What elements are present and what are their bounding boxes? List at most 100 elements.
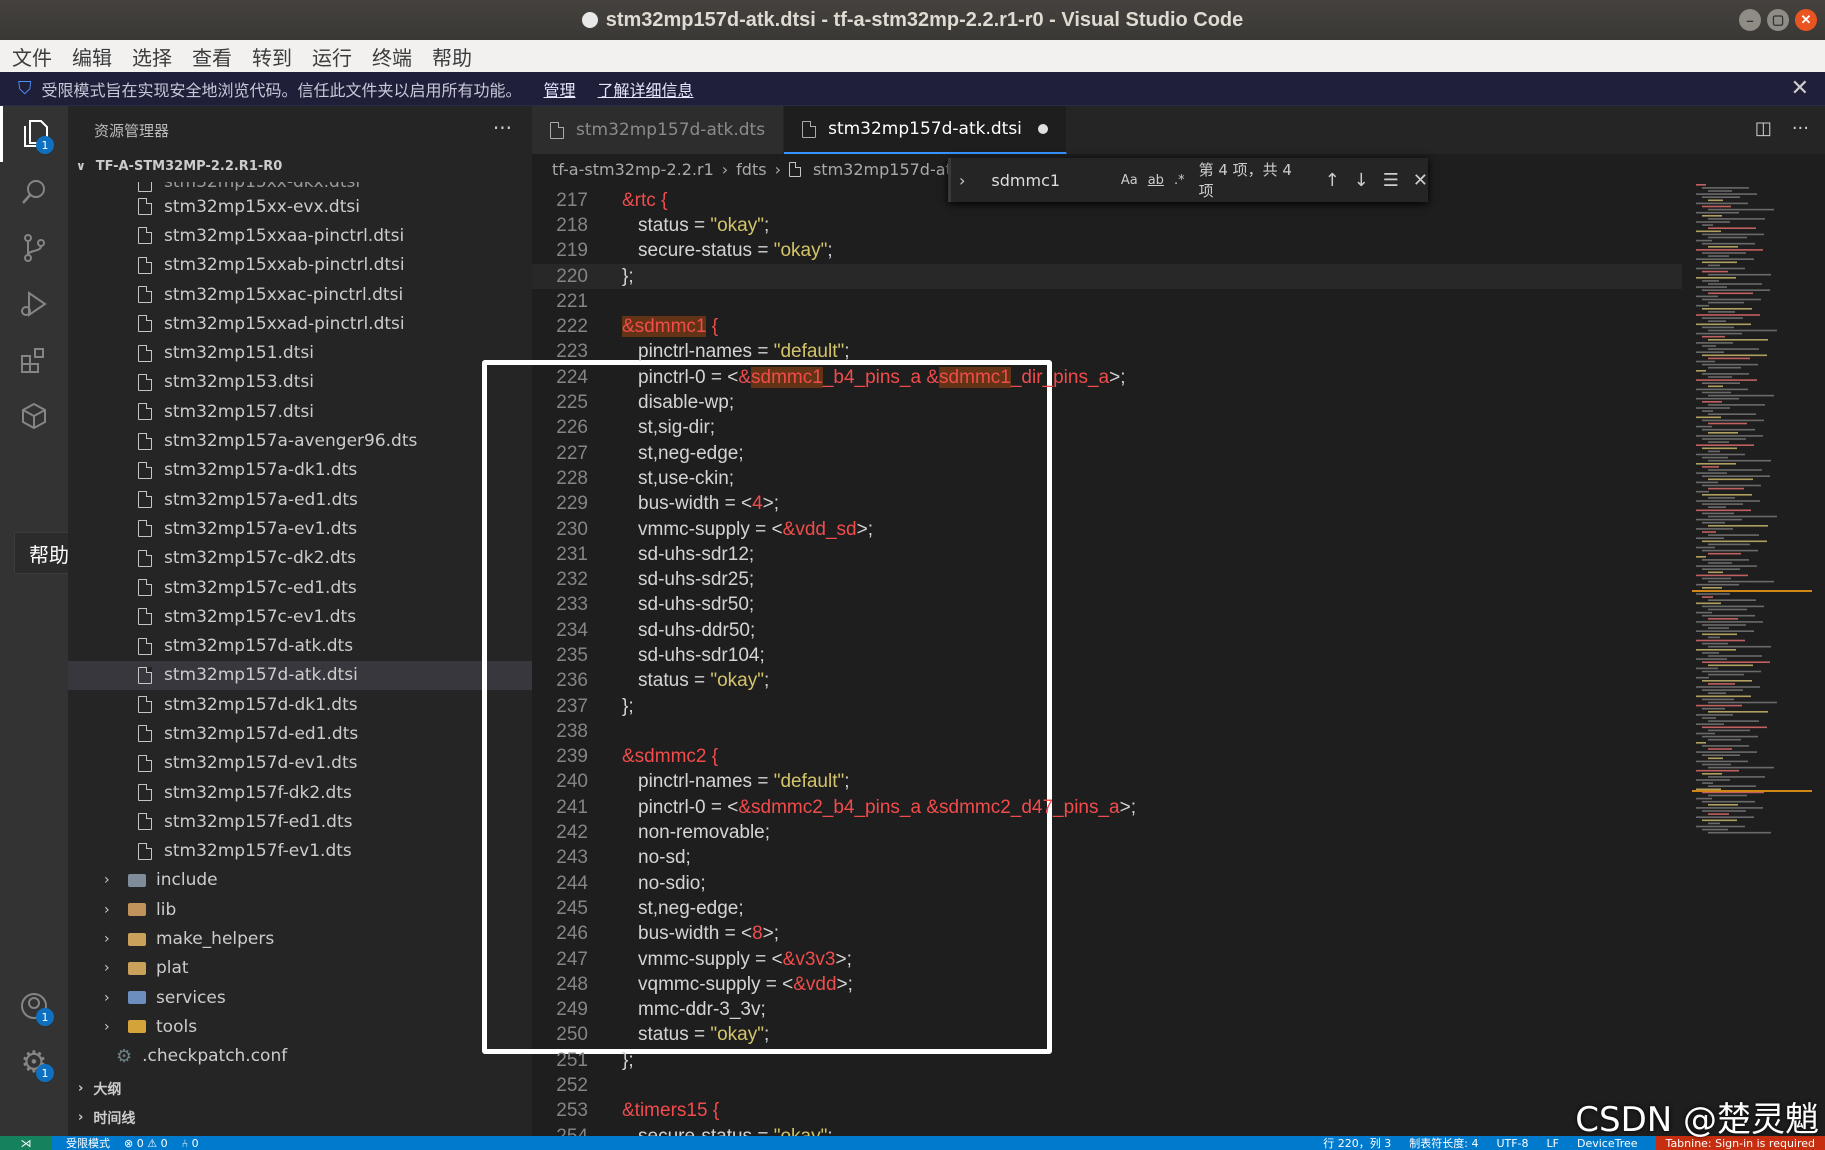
accounts-icon[interactable]: 1 [0, 978, 68, 1034]
code-line[interactable]: 224 pinctrl-0 = <&sdmmc1_b4_pins_a &sdmmc… [532, 365, 1682, 390]
folder-item[interactable]: › lib [68, 895, 532, 924]
file-item[interactable]: stm32mp15xxad-pinctrl.dtsi [68, 309, 532, 338]
code-line[interactable]: 236 status = "okay"; [532, 669, 1682, 694]
more-actions-icon[interactable]: ··· [1792, 118, 1809, 139]
tab-stm32mp157d-atk-dts[interactable]: stm32mp157d-atk.dts [532, 106, 785, 154]
arrow-down-icon[interactable]: ↓ [1354, 170, 1369, 191]
source-control-icon[interactable] [0, 220, 68, 276]
file-item[interactable]: stm32mp157a-ed1.dts [68, 485, 532, 514]
file-item[interactable]: stm32mp157d-ed1.dts [68, 719, 532, 748]
code-line[interactable]: 247 vmmc-supply = <&v3v3>; [532, 947, 1682, 972]
file-item[interactable]: stm32mp15xx-dkx.dtsi [68, 182, 532, 192]
chevron-right-icon[interactable]: › [959, 171, 965, 190]
extensions-icon[interactable] [0, 332, 68, 388]
code-line[interactable]: 223 pinctrl-names = "default"; [532, 340, 1682, 365]
find-input[interactable]: sdmmc1 [991, 171, 1110, 190]
code-line[interactable]: 242 non-removable; [532, 820, 1682, 845]
code-line[interactable]: 229 bus-width = <4>; [532, 492, 1682, 517]
breadcrumb-folder[interactable]: tf-a-stm32mp-2.2.r1 [552, 160, 714, 179]
code-line[interactable]: 219 secure-status = "okay"; [532, 239, 1682, 264]
code-line[interactable]: 221 [532, 289, 1682, 314]
code-line[interactable]: 238 [532, 719, 1682, 744]
tab-size[interactable]: 制表符长度: 4 [1409, 1136, 1478, 1150]
restricted-mode-status[interactable]: 受限模式 [66, 1136, 110, 1150]
code-line[interactable]: 237}; [532, 694, 1682, 719]
file-item[interactable]: ⚙ .checkpatch.conf [68, 1042, 532, 1071]
close-window-button[interactable]: ✕ [1795, 9, 1817, 31]
code-line[interactable]: 233 sd-uhs-sdr50; [532, 593, 1682, 618]
code-line[interactable]: 244 no-sdio; [532, 871, 1682, 896]
code-line[interactable]: 249 mmc-ddr-3_3v; [532, 998, 1682, 1023]
file-item[interactable]: stm32mp153.dtsi [68, 368, 532, 397]
settings-gear-icon[interactable]: ⚙ 1 [0, 1034, 68, 1090]
folder-item[interactable]: › services [68, 983, 532, 1012]
code-line[interactable]: 241 pinctrl-0 = <&sdmmc2_b4_pins_a &sdmmc… [532, 795, 1682, 820]
close-icon[interactable]: ✕ [1791, 76, 1809, 101]
code-line[interactable]: 230 vmmc-supply = <&vdd_sd>; [532, 517, 1682, 542]
menu-help[interactable]: 帮助 [432, 42, 472, 71]
menu-go[interactable]: 转到 [252, 42, 292, 71]
folder-item[interactable]: › plat [68, 954, 532, 983]
folder-item[interactable]: › make_helpers [68, 924, 532, 953]
file-item[interactable]: stm32mp15xx-evx.dtsi [68, 192, 532, 221]
file-item[interactable]: stm32mp157f-dk2.dts [68, 778, 532, 807]
ports-status[interactable]: ⑃ 0 [182, 1137, 199, 1150]
code-line[interactable]: 227 st,neg-edge; [532, 441, 1682, 466]
run-debug-icon[interactable] [0, 276, 68, 332]
unsaved-dot-icon[interactable] [1037, 124, 1048, 134]
search-icon[interactable] [0, 164, 68, 220]
menu-terminal[interactable]: 终端 [372, 42, 412, 71]
file-item[interactable]: stm32mp157.dtsi [68, 397, 532, 426]
code-line[interactable]: 246 bus-width = <8>; [532, 922, 1682, 947]
file-item[interactable]: stm32mp157d-dk1.dts [68, 690, 532, 719]
code-line[interactable]: 225 disable-wp; [532, 390, 1682, 415]
code-line[interactable]: 228 st,use-ckin; [532, 466, 1682, 491]
match-case-toggle[interactable]: Aa [1121, 173, 1138, 188]
code-editor[interactable]: 217 &rtc {218 status = "okay"; 219 secure-st… [482, 188, 1682, 1149]
problems-status[interactable]: ⊗ 0 ⚠ 0 [124, 1137, 168, 1150]
file-item[interactable]: stm32mp157a-ev1.dts [68, 514, 532, 543]
match-word-toggle[interactable]: ab [1148, 173, 1164, 188]
menu-selection[interactable]: 选择 [132, 42, 172, 71]
code-line[interactable]: 234 sd-uhs-ddr50; [532, 618, 1682, 643]
file-item[interactable]: stm32mp15xxab-pinctrl.dtsi [68, 251, 532, 280]
code-line[interactable]: 250 status = "okay"; [532, 1023, 1682, 1048]
menu-edit[interactable]: 编辑 [72, 42, 112, 71]
file-item[interactable]: stm32mp157c-ed1.dts [68, 573, 532, 602]
maximize-button[interactable]: ▢ [1767, 9, 1789, 31]
file-item[interactable]: stm32mp15xxac-pinctrl.dtsi [68, 280, 532, 309]
code-line[interactable]: 226 st,sig-dir; [532, 416, 1682, 441]
code-line[interactable]: 239 &sdmmc2 { [532, 745, 1682, 770]
code-line[interactable]: 232 sd-uhs-sdr25; [532, 567, 1682, 592]
cube-icon[interactable] [0, 388, 68, 444]
code-line[interactable]: 253 &timers15 { [532, 1099, 1682, 1124]
file-item[interactable]: stm32mp157c-ev1.dts [68, 602, 532, 631]
manage-link[interactable]: 管理 [544, 77, 576, 101]
file-item[interactable]: stm32mp157d-atk.dts [68, 631, 532, 660]
folder-item[interactable]: › include [68, 866, 532, 895]
cursor-position[interactable]: 行 220，列 3 [1323, 1136, 1391, 1150]
folder-item[interactable]: › tools [68, 1012, 532, 1041]
code-line[interactable]: 251}; [532, 1048, 1682, 1073]
learn-more-link[interactable]: 了解详细信息 [598, 77, 694, 101]
file-item[interactable]: stm32mp157f-ev1.dts [68, 837, 532, 866]
find-in-selection-icon[interactable]: ☰ [1383, 170, 1399, 191]
workspace-root[interactable]: ∨ TF-A-STM32MP-2.2.R1-R0 [68, 154, 532, 178]
code-line[interactable]: 220}; [532, 263, 1682, 290]
outline-section[interactable]: › 大纲 [68, 1074, 532, 1103]
file-item[interactable]: stm32mp15xxaa-pinctrl.dtsi [68, 221, 532, 250]
code-line[interactable]: 231 sd-uhs-sdr12; [532, 542, 1682, 567]
code-line[interactable]: 235 sd-uhs-sdr104; [532, 643, 1682, 668]
file-item[interactable]: stm32mp157d-atk.dtsi [68, 660, 532, 691]
close-icon[interactable]: ✕ [1413, 170, 1428, 191]
code-line[interactable]: 248 vqmmc-supply = <&vdd>; [532, 972, 1682, 997]
menu-file[interactable]: 文件 [12, 42, 52, 71]
more-actions-icon[interactable]: ··· [493, 116, 512, 140]
file-item[interactable]: stm32mp157d-ev1.dts [68, 749, 532, 778]
split-editor-icon[interactable]: ◫ [1755, 118, 1772, 139]
remote-icon[interactable]: ⋊ [0, 1136, 52, 1150]
code-line[interactable]: 245 st,neg-edge; [532, 896, 1682, 921]
file-item[interactable]: stm32mp157a-dk1.dts [68, 456, 532, 485]
code-line[interactable]: 252 [532, 1073, 1682, 1098]
menu-run[interactable]: 运行 [312, 42, 352, 71]
